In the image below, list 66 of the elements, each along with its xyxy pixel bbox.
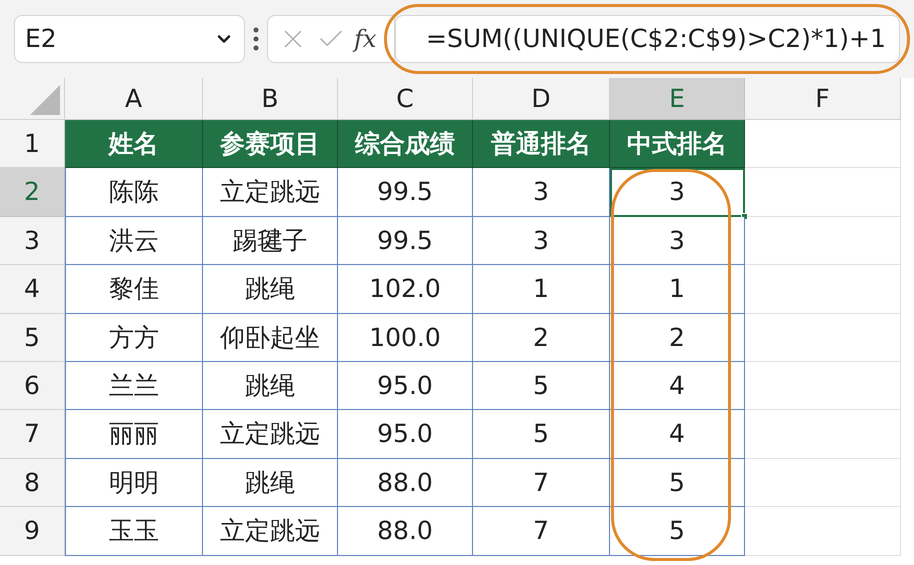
table-cell: 88.0 [338, 507, 473, 556]
select-all-corner[interactable] [0, 78, 65, 120]
table-cell: 仰卧起坐 [203, 314, 338, 362]
table-cell: 玉玉 [65, 507, 203, 556]
column-header[interactable]: B [203, 78, 338, 120]
table-cell: 102.0 [338, 265, 473, 314]
table-cell: 3 [610, 216, 745, 266]
table-cell: 立定跳远 [203, 507, 338, 556]
fx-label[interactable]: fx [354, 21, 376, 57]
table-cell: 踢毽子 [203, 216, 338, 266]
table-cell: 7 [473, 507, 610, 556]
table-cell: 2 [473, 314, 610, 362]
column-header[interactable]: C [338, 78, 473, 120]
table-cell: 3 [610, 168, 745, 217]
table-cell: 陈陈 [65, 168, 203, 217]
table-cell: 方方 [65, 314, 203, 362]
table-cell: 95.0 [338, 362, 473, 410]
header-cell: 参赛项目 [203, 120, 338, 168]
table-cell: 丽丽 [65, 410, 203, 459]
table-cell: 99.5 [338, 216, 473, 266]
row-header[interactable]: 1 [0, 120, 65, 168]
table-cell: 1 [473, 265, 610, 314]
row-header[interactable]: 3 [0, 216, 65, 266]
table-cell: 4 [610, 410, 745, 459]
table-cell: 3 [473, 168, 610, 217]
row-header[interactable]: 5 [0, 314, 65, 362]
table-cell: 2 [610, 314, 745, 362]
header-cell: 综合成绩 [338, 120, 473, 168]
table-cell: 明明 [65, 458, 203, 508]
row-header[interactable]: 7 [0, 410, 65, 459]
column-header[interactable]: A [65, 78, 203, 120]
table-cell: 5 [610, 507, 745, 556]
table-cell: 立定跳远 [203, 410, 338, 459]
table-cell: 跳绳 [203, 362, 338, 410]
table-cell: 1 [610, 265, 745, 314]
table-cell: 88.0 [338, 458, 473, 508]
header-cell: 中式排名 [610, 120, 745, 168]
table-cell: 兰兰 [65, 362, 203, 410]
name-box[interactable]: E2 [14, 15, 245, 63]
row-header[interactable]: 9 [0, 507, 65, 556]
row-header[interactable]: 4 [0, 265, 65, 314]
table-cell: 跳绳 [203, 458, 338, 508]
column-header[interactable]: F [745, 78, 901, 120]
table-cell: 5 [473, 410, 610, 459]
triangle-icon [30, 85, 60, 115]
row-header[interactable]: 6 [0, 362, 65, 410]
header-cell: 普通排名 [473, 120, 610, 168]
column-header[interactable]: E [610, 78, 745, 120]
header-cell: 姓名 [65, 120, 203, 168]
more-options-icon[interactable] [253, 27, 259, 51]
table-cell: 3 [473, 216, 610, 266]
table-cell: 跳绳 [203, 265, 338, 314]
row-header[interactable]: 2 [0, 168, 65, 217]
table-cell: 洪云 [65, 216, 203, 266]
table-cell: 黎佳 [65, 265, 203, 314]
table-cell: 5 [473, 362, 610, 410]
table-cell: 5 [610, 458, 745, 508]
table-cell: 95.0 [338, 410, 473, 459]
table-cell: 立定跳远 [203, 168, 338, 217]
table-cell: 4 [610, 362, 745, 410]
row-header[interactable]: 8 [0, 458, 65, 508]
column-header[interactable]: D [473, 78, 610, 120]
table-cell: 99.5 [338, 168, 473, 217]
formula-input[interactable]: =SUM((UNIQUE(C$2:C$9)>C2)*1)+1 [395, 15, 900, 63]
table-cell: 7 [473, 458, 610, 508]
table-cell: 100.0 [338, 314, 473, 362]
